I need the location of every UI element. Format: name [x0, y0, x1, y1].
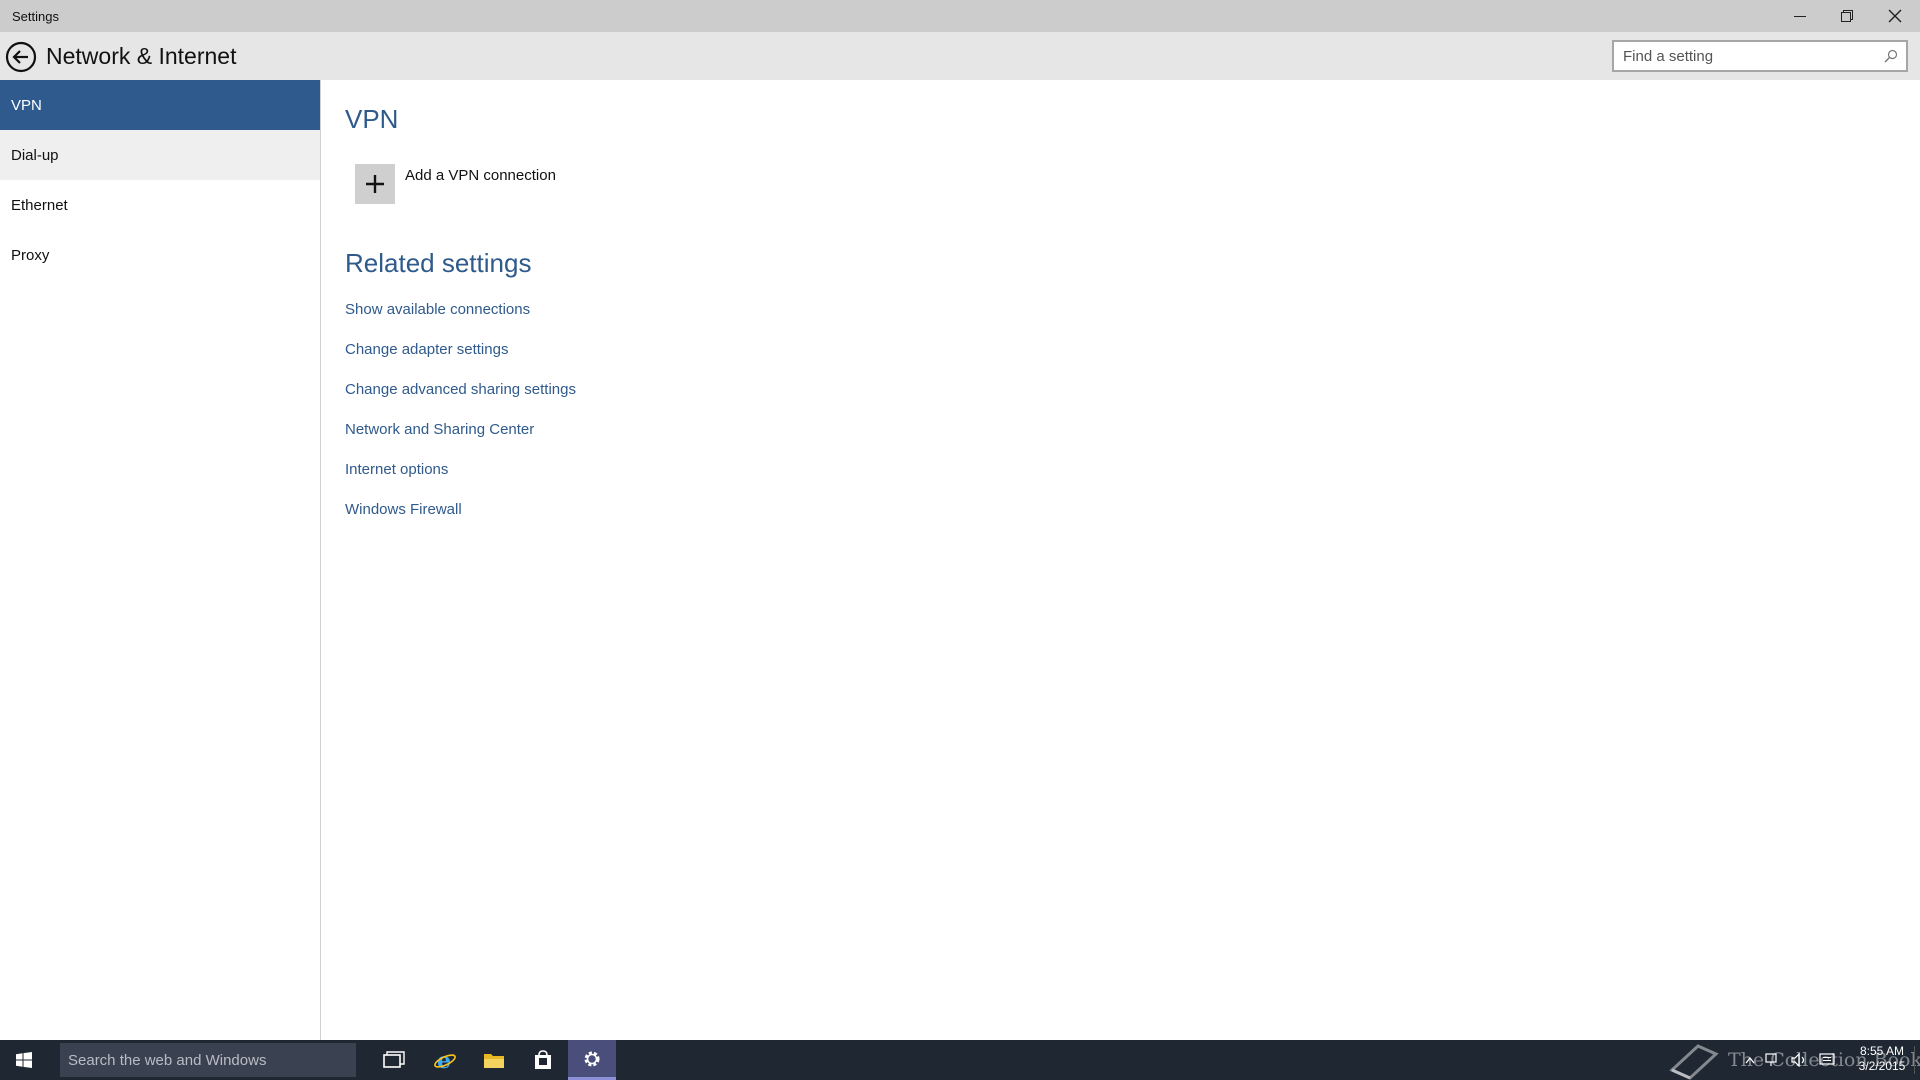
sidebar-item-label: Ethernet: [11, 196, 68, 214]
task-view-icon: [383, 1051, 405, 1068]
clock-date: 3/2/2015: [1858, 1059, 1906, 1073]
minimize-icon: [1793, 16, 1806, 17]
show-desktop-divider[interactable]: [1914, 1046, 1915, 1074]
sidebar-nav: VPN Dial-up Ethernet Proxy: [0, 80, 321, 1040]
window-title: Settings: [12, 9, 59, 24]
restore-button[interactable]: [1823, 0, 1870, 32]
sidebar-item-ethernet[interactable]: Ethernet: [0, 180, 320, 230]
restore-icon: [1840, 10, 1853, 22]
link-show-available-connections[interactable]: Show available connections: [345, 301, 576, 341]
title-bar: Settings: [0, 0, 1920, 32]
close-icon: [1888, 9, 1901, 23]
windows-logo-icon: [16, 1052, 32, 1068]
chevron-up-icon[interactable]: [1745, 1056, 1755, 1064]
link-change-advanced-sharing-settings[interactable]: Change advanced sharing settings: [345, 381, 576, 421]
taskbar-search-input[interactable]: [60, 1043, 356, 1077]
close-button[interactable]: [1871, 0, 1918, 32]
back-button[interactable]: [5, 41, 37, 73]
sidebar-item-proxy[interactable]: Proxy: [0, 230, 320, 280]
start-button[interactable]: [0, 1040, 48, 1080]
network-icon[interactable]: [1765, 1053, 1781, 1067]
section-title: VPN: [345, 104, 399, 134]
internet-explorer-icon: e: [434, 1048, 456, 1072]
add-vpn-label: Add a VPN connection: [405, 167, 556, 184]
sidebar-item-label: Dial-up: [11, 146, 59, 164]
taskbar-file-explorer[interactable]: [470, 1040, 518, 1080]
link-change-adapter-settings[interactable]: Change adapter settings: [345, 341, 576, 381]
minimize-button[interactable]: [1776, 0, 1823, 32]
taskbar-settings[interactable]: [568, 1040, 616, 1080]
add-tile: [355, 164, 395, 204]
taskbar-store[interactable]: [519, 1040, 567, 1080]
taskbar: e The Collection Book: [0, 1040, 1920, 1080]
add-vpn-button[interactable]: Add a VPN connection: [355, 164, 556, 204]
search-input[interactable]: [1614, 42, 1874, 70]
store-icon: [535, 1050, 551, 1069]
sidebar-item-dial-up[interactable]: Dial-up: [0, 130, 320, 180]
settings-icon: [584, 1051, 600, 1066]
taskbar-task-view[interactable]: [370, 1040, 418, 1080]
sidebar-item-label: Proxy: [11, 246, 50, 264]
back-arrow-icon: [5, 41, 37, 73]
link-internet-options[interactable]: Internet options: [345, 461, 576, 501]
taskbar-search[interactable]: [60, 1043, 356, 1077]
taskbar-internet-explorer[interactable]: e: [421, 1040, 469, 1080]
action-center-icon[interactable]: [1819, 1053, 1835, 1067]
sidebar-item-label: VPN: [11, 96, 42, 114]
page-header: Network & Internet: [0, 32, 1920, 80]
page-title: Network & Internet: [46, 43, 237, 69]
file-explorer-icon: [484, 1054, 504, 1068]
related-links: Show available connections Change adapte…: [345, 301, 576, 541]
clock-time: 8:55 AM: [1859, 1044, 1905, 1058]
search-icon[interactable]: [1884, 49, 1898, 63]
find-setting-search[interactable]: [1612, 40, 1908, 72]
taskbar-clock[interactable]: 8:55 AM 3/2/2015: [1852, 1044, 1912, 1074]
link-network-and-sharing-center[interactable]: Network and Sharing Center: [345, 421, 576, 461]
plus-icon: [366, 175, 384, 193]
system-tray: [1745, 1040, 1835, 1080]
related-settings-title: Related settings: [345, 248, 532, 278]
sidebar-item-vpn[interactable]: VPN: [0, 80, 320, 130]
book-icon: [1669, 1044, 1719, 1080]
link-windows-firewall[interactable]: Windows Firewall: [345, 501, 576, 541]
volume-icon[interactable]: [1791, 1053, 1809, 1067]
